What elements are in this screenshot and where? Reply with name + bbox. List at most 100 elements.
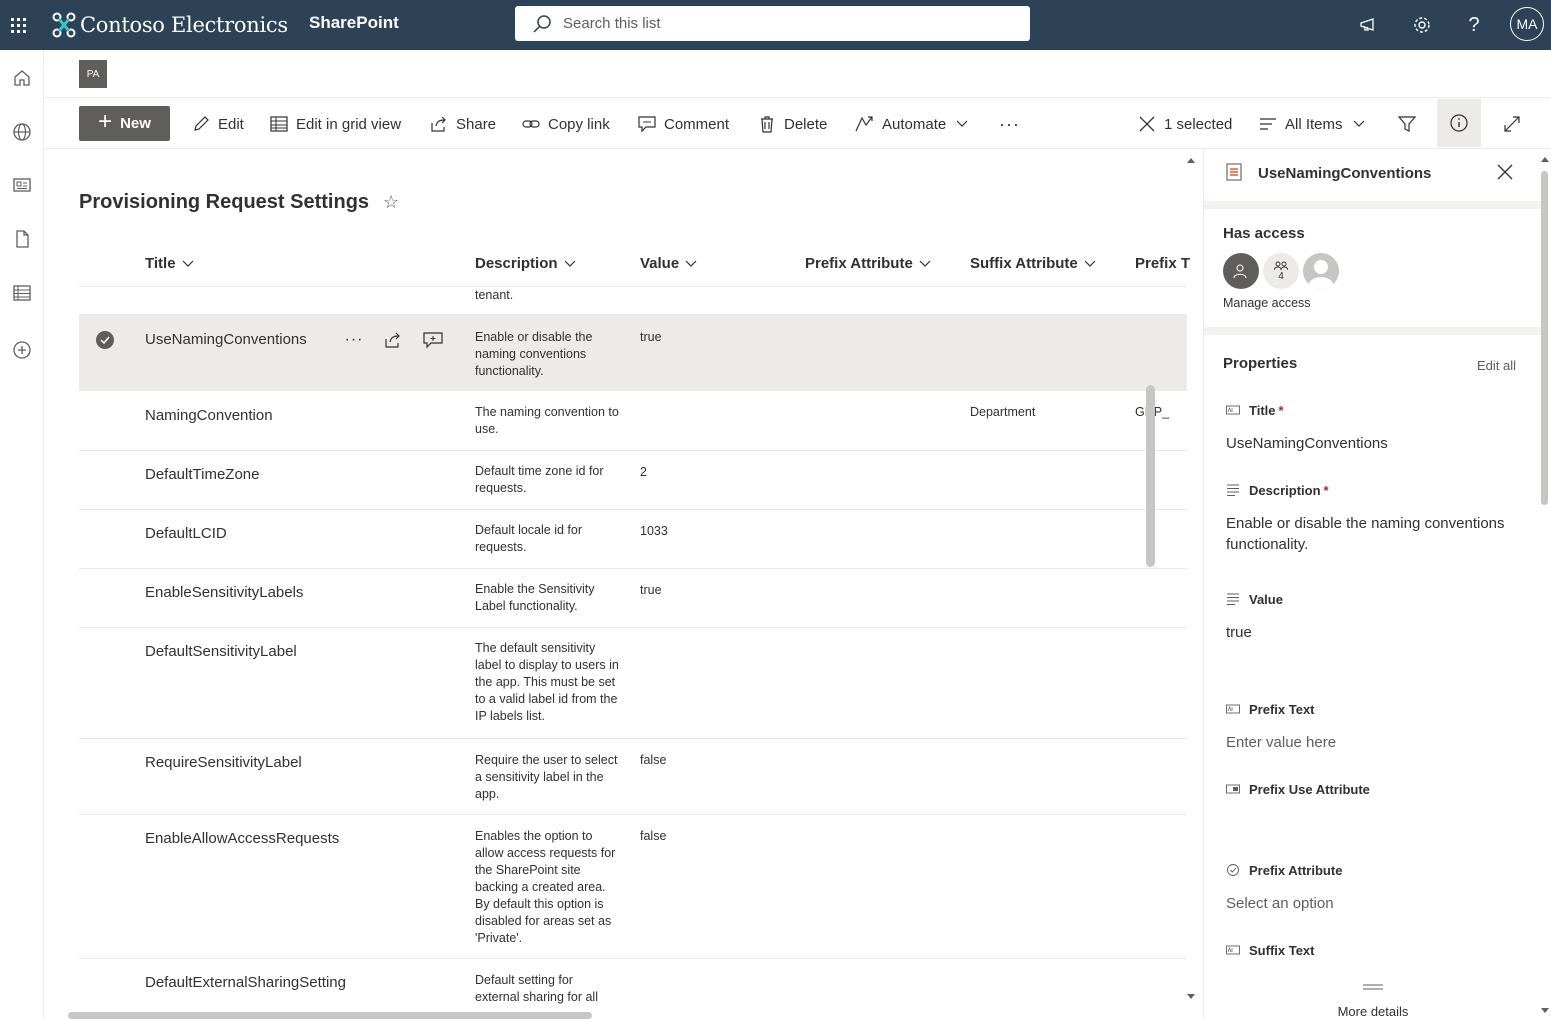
site-logo[interactable]: PA: [79, 60, 107, 88]
automate-button[interactable]: Automate: [854, 107, 976, 141]
automate-label: Automate: [882, 115, 947, 133]
column-header-description[interactable]: Description: [475, 255, 576, 272]
share-button[interactable]: Share: [430, 107, 496, 141]
table-row[interactable]: DefaultSensitivityLabel The default sens…: [79, 628, 1187, 739]
table-row-selected[interactable]: UseNamingConventions ··· Enable or disab…: [79, 315, 1187, 391]
value-field-value[interactable]: true: [1226, 622, 1526, 643]
prefix-text-field-input[interactable]: Enter value here: [1226, 732, 1526, 753]
panel-scrollbar[interactable]: [1541, 171, 1548, 505]
row-title[interactable]: EnableSensitivityLabels: [145, 584, 303, 601]
edit-all-link[interactable]: Edit all: [1477, 358, 1516, 373]
column-title-label: Title: [145, 255, 176, 272]
create-icon[interactable]: [6, 334, 38, 366]
edit-grid-button[interactable]: Edit in grid view: [270, 107, 401, 141]
row-title[interactable]: UseNamingConventions: [145, 331, 307, 348]
help-icon[interactable]: ?: [1460, 11, 1488, 39]
column-header-prefix-attribute[interactable]: Prefix Attribute: [805, 255, 931, 272]
column-header-value[interactable]: Value: [640, 255, 697, 272]
gear-icon[interactable]: [1408, 11, 1436, 39]
row-more-icon[interactable]: ···: [343, 329, 365, 351]
more-commands-button[interactable]: ···: [999, 107, 1020, 141]
row-share-icon[interactable]: [382, 329, 404, 351]
column-header-suffix-attribute[interactable]: Suffix Attribute: [970, 255, 1096, 272]
panel-scroll-up-icon[interactable]: [1540, 155, 1550, 163]
edit-button[interactable]: Edit: [192, 107, 244, 141]
drag-handle-icon[interactable]: [1363, 984, 1383, 990]
table-row[interactable]: NamingConvention The naming convention t…: [79, 391, 1187, 451]
expand-icon[interactable]: [1502, 107, 1530, 141]
close-panel-icon[interactable]: [1497, 164, 1513, 180]
description-field-value[interactable]: Enable or disable the naming conventions…: [1226, 513, 1526, 555]
info-pane-button[interactable]: [1437, 99, 1481, 147]
row-title[interactable]: DefaultExternalSharingSetting: [145, 974, 346, 991]
table-row[interactable]: EnableAllowAccessRequests Enables the op…: [79, 815, 1187, 959]
row-title[interactable]: DefaultSensitivityLabel: [145, 643, 297, 660]
share-icon: [431, 116, 446, 132]
search-box[interactable]: [515, 6, 1030, 41]
brand[interactable]: Contoso Electronics: [52, 8, 288, 42]
prefix-attribute-field-label: Prefix Attribute: [1249, 863, 1343, 878]
manage-access-link[interactable]: Manage access: [1223, 296, 1311, 310]
table-row[interactable]: DefaultExternalSharingSetting Default se…: [79, 959, 1187, 1019]
megaphone-icon[interactable]: [1355, 11, 1383, 39]
group-members-icon[interactable]: 4: [1263, 253, 1299, 289]
search-input[interactable]: [563, 15, 1003, 32]
edit-label: Edit: [218, 115, 244, 133]
new-label: New: [120, 115, 151, 132]
row-description: Enables the option to allow access reque…: [475, 829, 616, 945]
view-label: All Items: [1285, 115, 1343, 133]
row-description: The naming convention to use.: [475, 405, 619, 436]
row-comment-icon[interactable]: [422, 329, 444, 351]
scroll-up-arrow-icon[interactable]: [1186, 156, 1196, 164]
row-description: Default setting for external sharing for…: [475, 973, 598, 1004]
multiline-text-icon: [1227, 593, 1239, 605]
list-icon[interactable]: [6, 277, 38, 309]
news-icon[interactable]: [6, 169, 38, 201]
person-avatar-icon[interactable]: [1303, 253, 1339, 289]
list-vertical-scrollbar[interactable]: [1146, 385, 1155, 567]
list-horizontal-scrollbar[interactable]: [68, 1012, 592, 1019]
prefix-use-attribute-label: Prefix Use Attribute: [1249, 782, 1370, 797]
trash-icon: [761, 116, 773, 133]
view-switcher[interactable]: All Items: [1259, 107, 1373, 141]
row-description: Require the user to select a sensitivity…: [475, 753, 618, 801]
title-field-label: Title *: [1249, 403, 1284, 418]
table-row[interactable]: EnableSensitivityLabels Enable the Sensi…: [79, 569, 1187, 628]
home-icon[interactable]: [6, 62, 38, 94]
add-person-icon[interactable]: [1223, 253, 1259, 289]
panel-scroll-down-icon[interactable]: [1540, 1007, 1550, 1015]
filter-icon[interactable]: [1397, 107, 1425, 141]
more-details-button[interactable]: More details: [1204, 1004, 1542, 1019]
app-launcher-icon[interactable]: [0, 0, 36, 50]
column-header-prefix-text[interactable]: Prefix T: [1135, 255, 1190, 272]
clear-selection-button[interactable]: 1 selected: [1138, 107, 1232, 141]
row-title[interactable]: DefaultTimeZone: [145, 466, 260, 483]
row-title[interactable]: EnableAllowAccessRequests: [145, 830, 339, 847]
title-field-value[interactable]: UseNamingConventions: [1226, 433, 1526, 454]
row-title[interactable]: DefaultLCID: [145, 525, 227, 542]
user-avatar[interactable]: MA: [1510, 7, 1544, 41]
document-icon[interactable]: [6, 223, 38, 255]
table-row[interactable]: RequireSensitivityLabel Require the user…: [79, 739, 1187, 815]
scroll-down-arrow-icon[interactable]: [1186, 993, 1196, 1001]
row-description: Default locale id for requests.: [475, 523, 583, 554]
column-value-label: Value: [640, 255, 680, 272]
app-name[interactable]: SharePoint: [309, 13, 399, 33]
row-title[interactable]: NamingConvention: [145, 407, 273, 424]
row-title[interactable]: RequireSensitivityLabel: [145, 754, 302, 771]
comment-button[interactable]: Comment: [638, 107, 729, 141]
favorite-star-icon[interactable]: ☆: [383, 192, 399, 213]
panel-title: UseNamingConventions: [1258, 165, 1432, 182]
table-row[interactable]: DefaultTimeZone Default time zone id for…: [79, 451, 1187, 510]
prefix-attribute-dropdown[interactable]: Select an option: [1226, 893, 1526, 914]
column-header-title[interactable]: Title: [145, 255, 194, 272]
delete-button[interactable]: Delete: [758, 107, 827, 141]
copy-link-button[interactable]: Copy link: [522, 107, 610, 141]
row-checkmark-icon[interactable]: [96, 331, 114, 349]
automate-icon: [855, 116, 873, 132]
new-button[interactable]: + New: [79, 106, 170, 141]
table-row[interactable]: tenant.: [79, 287, 1187, 315]
table-row[interactable]: DefaultLCID Default locale id for reques…: [79, 510, 1187, 569]
globe-icon[interactable]: [6, 116, 38, 148]
yes-no-icon: [1226, 784, 1240, 794]
